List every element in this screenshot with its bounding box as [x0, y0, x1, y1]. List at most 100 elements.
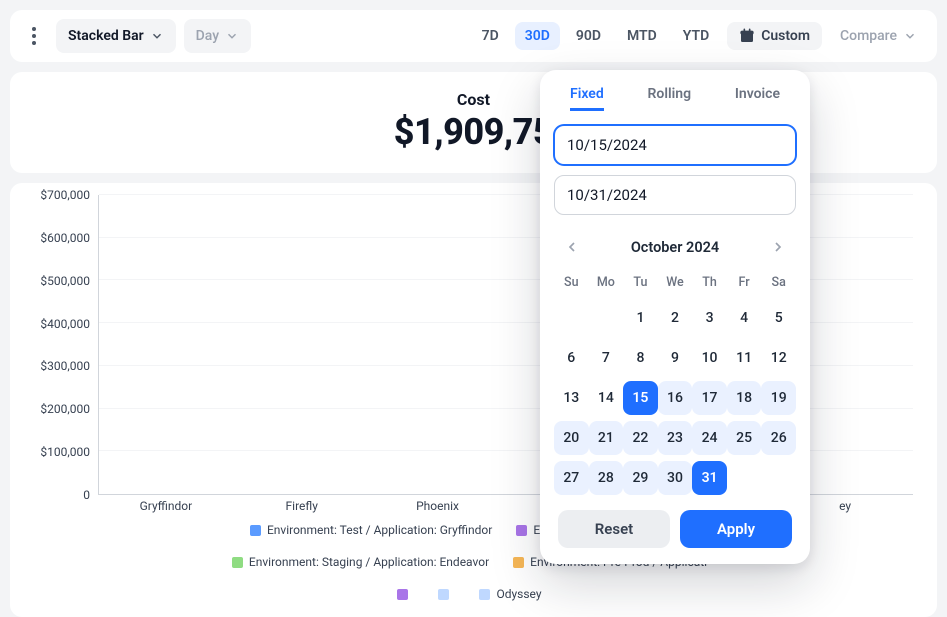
y-tick: $200,000 [40, 402, 90, 416]
calendar-dow: We [658, 269, 693, 296]
toolbar: Stacked Bar Day 7D30D90DMTDYTD Custom Co… [10, 10, 937, 62]
calendar-dow: Fr [727, 269, 762, 296]
calendar-day[interactable]: 20 [554, 421, 589, 455]
range-7d[interactable]: 7D [472, 22, 509, 50]
popover-tab-invoice[interactable]: Invoice [735, 86, 780, 111]
y-tick: $100,000 [40, 445, 90, 459]
x-tick: Firefly [260, 499, 344, 513]
chevron-right-icon [770, 239, 786, 255]
calendar-dow: Su [554, 269, 589, 296]
popover-tab-fixed[interactable]: Fixed [570, 86, 604, 111]
calendar-dow: Sa [761, 269, 796, 296]
calendar-day[interactable]: 3 [692, 301, 727, 335]
legend-item [397, 587, 414, 601]
calendar-day[interactable]: 31 [692, 461, 727, 495]
calendar-day[interactable]: 8 [623, 341, 658, 375]
calendar-day[interactable]: 27 [554, 461, 589, 495]
calendar-day[interactable]: 11 [727, 341, 762, 375]
legend-label: Environment: Staging / Application: Ende… [249, 555, 489, 569]
calendar-day[interactable]: 6 [554, 341, 589, 375]
calendar-day[interactable]: 7 [589, 341, 624, 375]
x-tick: Phoenix [396, 499, 480, 513]
legend-item [438, 587, 455, 601]
y-tick: $500,000 [40, 274, 90, 288]
legend-swatch [513, 557, 524, 568]
popover-tabs: Fixed Rolling Invoice [554, 86, 796, 111]
compare-label: Compare [840, 28, 897, 44]
calendar-day[interactable]: 14 [589, 381, 624, 415]
calendar-month-title: October 2024 [631, 239, 719, 256]
legend-swatch [479, 589, 490, 600]
next-month-button[interactable] [764, 233, 792, 261]
legend-swatch [438, 589, 449, 600]
date-range-popover: Fixed Rolling Invoice October 2024 SuMoTuW… [540, 70, 810, 564]
calendar-day[interactable]: 29 [623, 461, 658, 495]
calendar-day[interactable]: 22 [623, 421, 658, 455]
end-date-input[interactable] [554, 175, 796, 215]
calendar-grid: SuMoTuWeThFrSa12345678910111213141516171… [554, 269, 796, 496]
compare-button[interactable]: Compare [830, 22, 927, 50]
legend-item: Environment: Test / Application: Gryffin… [250, 523, 492, 537]
calendar-day[interactable]: 16 [658, 381, 693, 415]
calendar-icon [739, 28, 755, 44]
start-date-input[interactable] [554, 125, 796, 165]
y-tick: $700,000 [40, 188, 90, 202]
calendar-day[interactable]: 9 [658, 341, 693, 375]
calendar-day[interactable]: 28 [589, 461, 624, 495]
calendar-day[interactable]: 10 [692, 341, 727, 375]
range-90d[interactable]: 90D [566, 22, 611, 50]
calendar-day[interactable]: 23 [658, 421, 693, 455]
legend-item: Environment: Staging / Application: Ende… [232, 555, 489, 569]
calendar-day[interactable]: 24 [692, 421, 727, 455]
y-tick: $600,000 [40, 231, 90, 245]
calendar-day[interactable]: 1 [623, 301, 658, 335]
calendar-day[interactable]: 26 [761, 421, 796, 455]
calendar-day[interactable]: 21 [589, 421, 624, 455]
calendar-dow: Tu [623, 269, 658, 296]
x-tick: ey [803, 499, 887, 513]
y-tick: 0 [83, 488, 90, 502]
range-30d[interactable]: 30D [515, 22, 560, 50]
reset-button[interactable]: Reset [558, 510, 670, 548]
calendar-day[interactable]: 2 [658, 301, 693, 335]
calendar-day[interactable]: 15 [623, 381, 658, 415]
legend-item: Odyssey [479, 587, 541, 601]
y-tick: $400,000 [40, 317, 90, 331]
legend-label: Environment: Test / Application: Gryffin… [267, 523, 492, 537]
legend-swatch [516, 525, 527, 536]
granularity-label: Day [196, 28, 219, 44]
popover-tab-rolling[interactable]: Rolling [648, 86, 692, 111]
calendar-day[interactable]: 17 [692, 381, 727, 415]
y-tick: $300,000 [40, 359, 90, 373]
chart-type-select[interactable]: Stacked Bar [56, 19, 176, 53]
y-axis: 0$100,000$200,000$300,000$400,000$500,00… [26, 195, 98, 495]
calendar-dow: Mo [589, 269, 624, 296]
calendar-day[interactable]: 30 [658, 461, 693, 495]
custom-range-button[interactable]: Custom [727, 22, 822, 50]
range-mtd[interactable]: MTD [617, 22, 667, 50]
calendar-day[interactable]: 18 [727, 381, 762, 415]
calendar-day[interactable]: 12 [761, 341, 796, 375]
range-ytd[interactable]: YTD [673, 22, 719, 50]
calendar-day[interactable]: 4 [727, 301, 762, 335]
chart-type-label: Stacked Bar [68, 28, 144, 44]
chevron-down-icon [150, 29, 164, 43]
calendar-day[interactable]: 13 [554, 381, 589, 415]
apply-button[interactable]: Apply [680, 510, 792, 548]
calendar-day[interactable]: 25 [727, 421, 762, 455]
legend-swatch [232, 557, 243, 568]
legend-label: Odyssey [496, 587, 541, 601]
chevron-down-icon [903, 29, 917, 43]
kebab-icon [32, 26, 36, 47]
more-menu-button[interactable] [20, 22, 48, 50]
custom-range-label: Custom [761, 28, 810, 44]
calendar-day[interactable]: 19 [761, 381, 796, 415]
time-range-group: 7D30D90DMTDYTD [472, 22, 720, 50]
legend-swatch [397, 589, 408, 600]
calendar-day[interactable]: 5 [761, 301, 796, 335]
prev-month-button[interactable] [558, 233, 586, 261]
granularity-select[interactable]: Day [184, 19, 251, 53]
chevron-left-icon [564, 239, 580, 255]
x-tick: Gryffindor [124, 499, 208, 513]
legend-swatch [250, 525, 261, 536]
